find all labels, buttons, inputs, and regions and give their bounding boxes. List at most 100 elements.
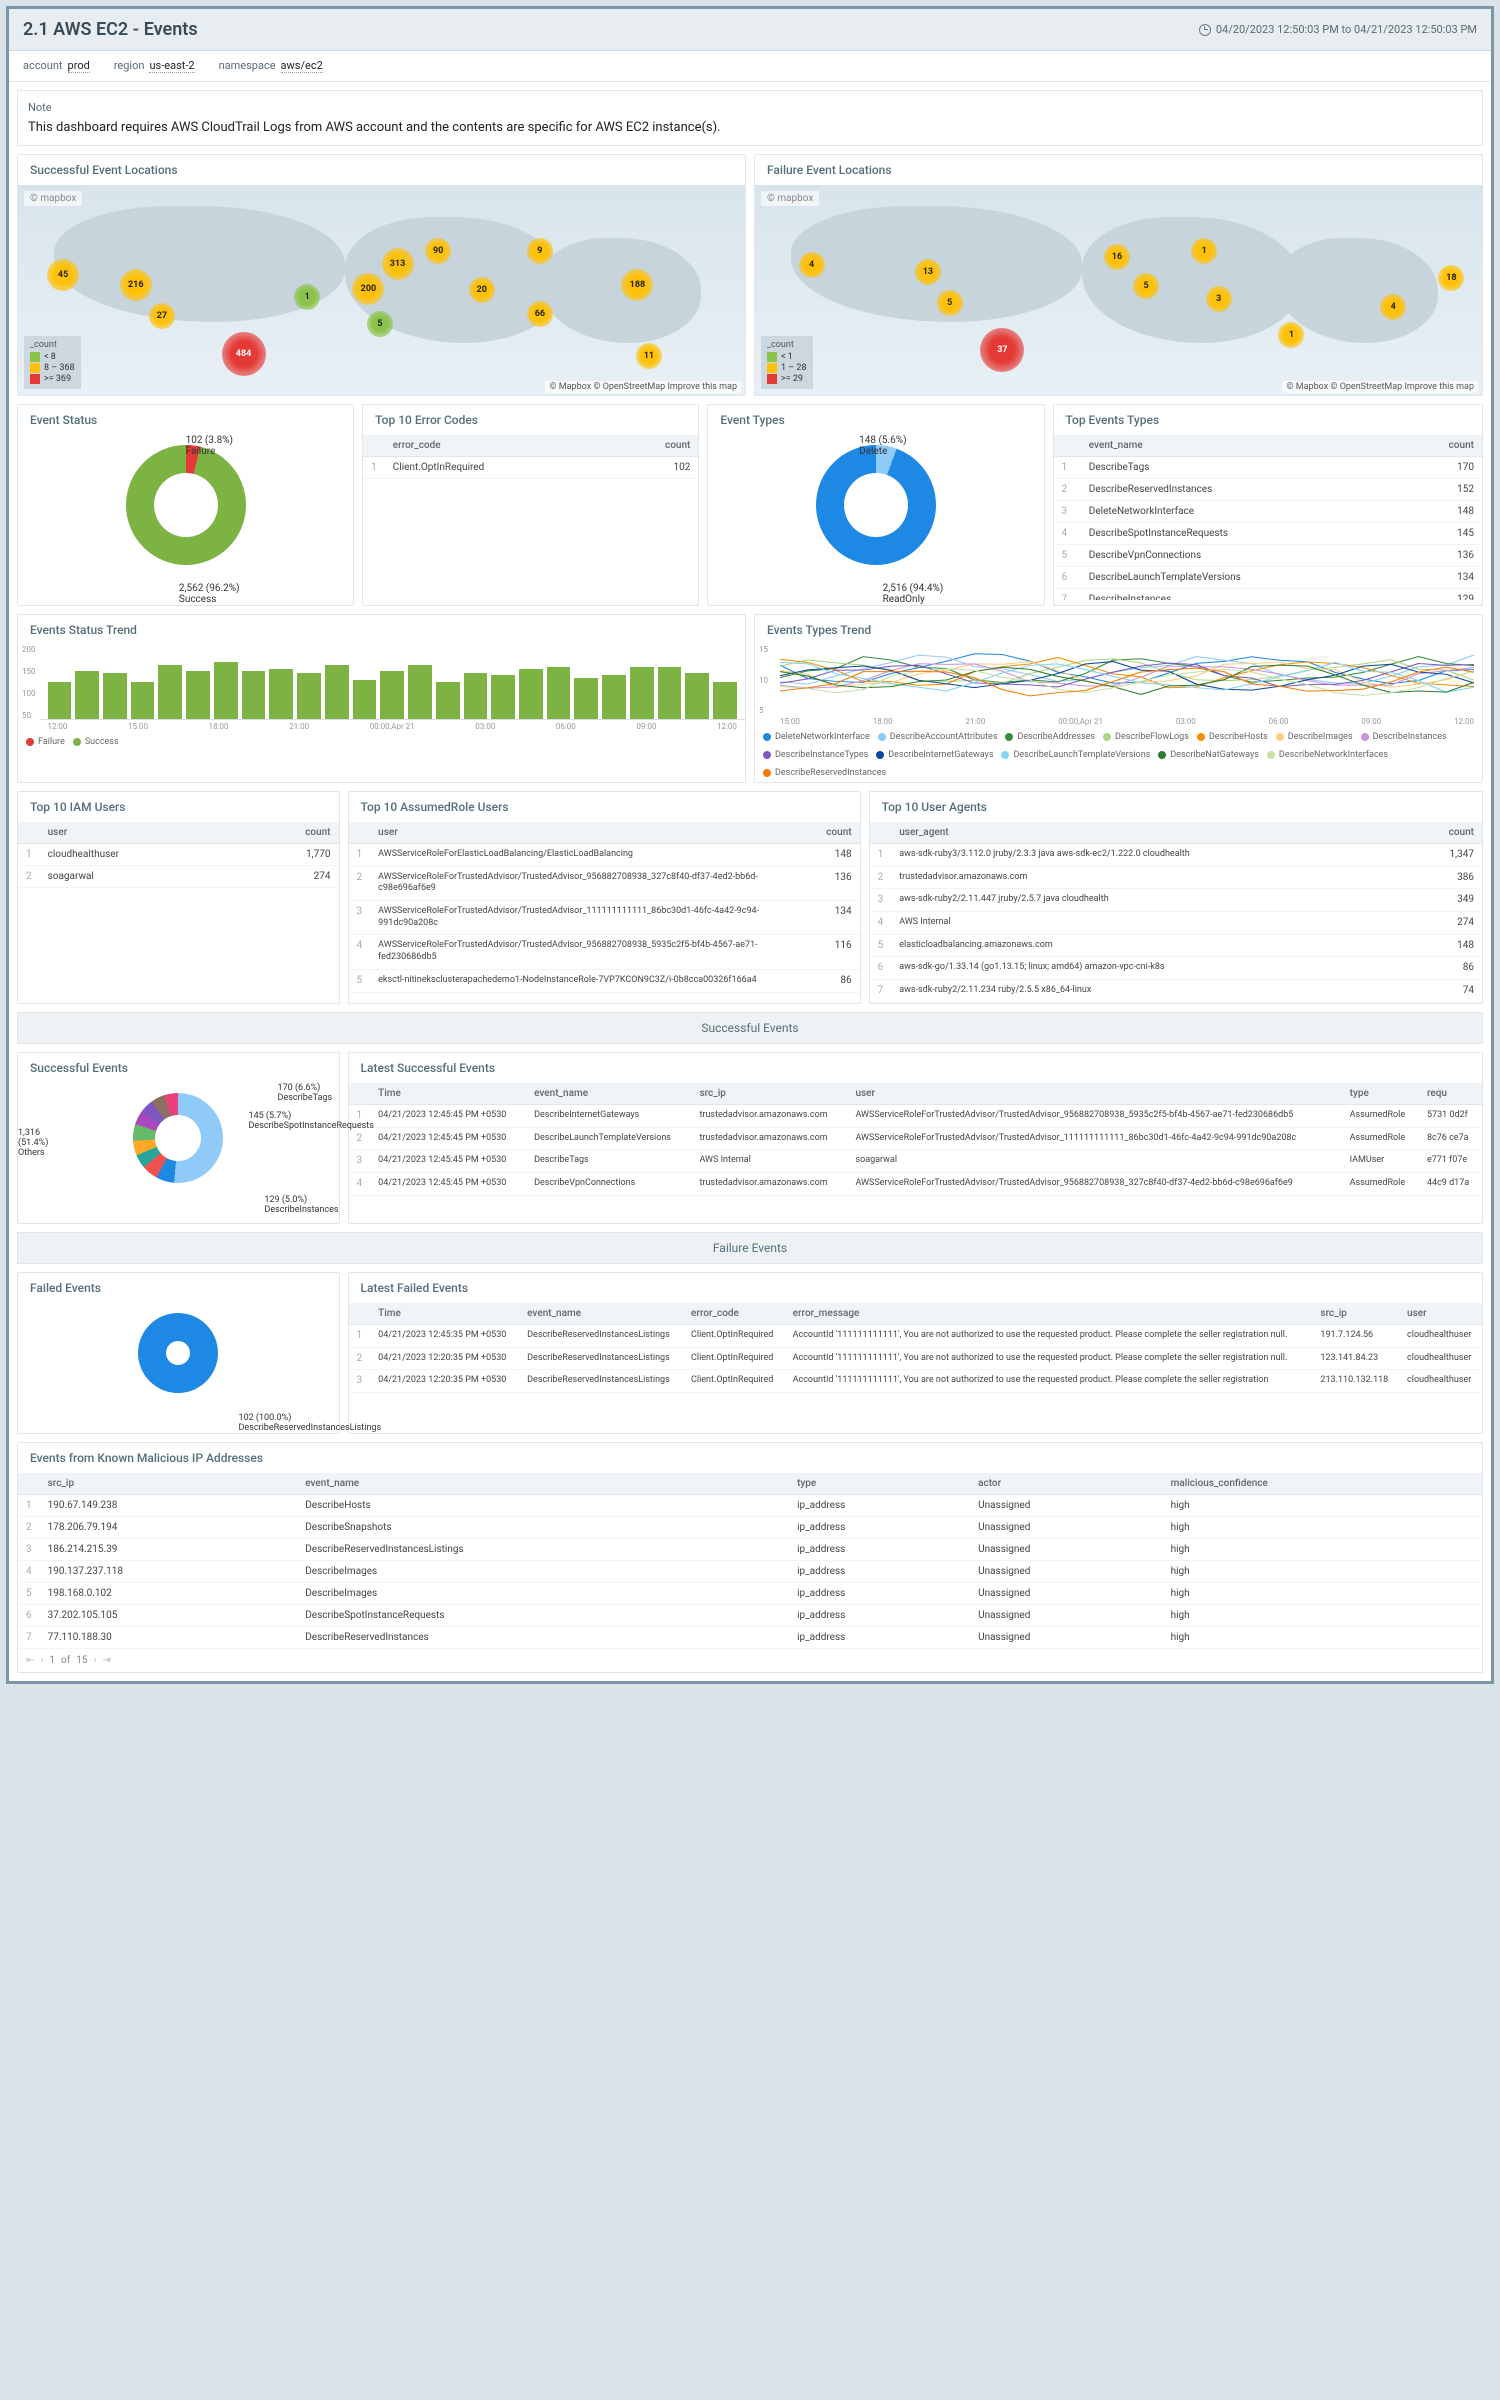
table-row[interactable]: 6aws-sdk-go/1.33.14 (go1.13.15; linux; a… <box>870 957 1482 980</box>
pager-first[interactable]: ⇤ <box>26 1655 34 1666</box>
table-row[interactable]: 2DescribeReservedInstances152 <box>1054 479 1482 501</box>
map-bubble[interactable]: 4 <box>799 252 825 278</box>
table-row[interactable]: 104/21/2023 12:45:35 PM +0530DescribeRes… <box>349 1324 1482 1347</box>
table-row[interactable]: 7aws-sdk-ruby2/2.11.234 ruby/2.5.5 x86_6… <box>870 980 1482 1003</box>
pager-last[interactable]: ⇥ <box>102 1655 110 1666</box>
bar[interactable] <box>408 665 432 719</box>
table-row[interactable]: 1Client.OptInRequired102 <box>363 457 698 479</box>
table-row[interactable]: 204/21/2023 12:20:35 PM +0530DescribeRes… <box>349 1347 1482 1370</box>
bar[interactable] <box>547 667 571 719</box>
map-bubble[interactable]: 90 <box>425 238 451 264</box>
bar[interactable] <box>658 667 682 719</box>
map-bubble[interactable]: 13 <box>915 259 941 285</box>
donut-success[interactable] <box>133 1093 223 1183</box>
map-bubble[interactable]: 11 <box>636 343 662 369</box>
table-row[interactable]: 404/21/2023 12:45:45 PM +0530DescribeVpn… <box>349 1172 1482 1195</box>
donut-event-types[interactable] <box>816 445 936 565</box>
bar[interactable] <box>186 671 210 719</box>
map-bubble[interactable]: 27 <box>149 303 175 329</box>
table-row[interactable]: 3DeleteNetworkInterface148 <box>1054 501 1482 523</box>
bar[interactable] <box>519 669 543 719</box>
bar[interactable] <box>464 673 488 719</box>
map-failure[interactable]: © mapbox _count < 1 1 – 28 >= 29 © Mapbo… <box>755 185 1482 395</box>
table-row[interactable]: 3186.214.215.39DescribeReservedInstances… <box>18 1538 1482 1560</box>
time-range[interactable]: 04/20/2023 12:50:03 PM to 04/21/2023 12:… <box>1199 23 1477 36</box>
table-row[interactable]: 4AWS Internal274 <box>870 912 1482 935</box>
table-row[interactable]: 104/21/2023 12:45:45 PM +0530DescribeInt… <box>349 1104 1482 1127</box>
bar[interactable] <box>713 682 737 719</box>
table-row[interactable]: 1cloudhealthuser1,770 <box>18 844 339 866</box>
table-row[interactable]: 304/21/2023 12:45:45 PM +0530DescribeTag… <box>349 1150 1482 1173</box>
bar[interactable] <box>574 678 598 719</box>
table-row[interactable]: 304/21/2023 12:20:35 PM +0530DescribeRes… <box>349 1370 1482 1393</box>
bar[interactable] <box>269 669 293 719</box>
barchart-status-trend[interactable] <box>40 645 746 720</box>
bar[interactable] <box>630 667 654 719</box>
map-bubble[interactable]: 313 <box>382 248 414 280</box>
bar[interactable] <box>158 665 182 719</box>
table-row[interactable]: 1DescribeTags170 <box>1054 457 1482 479</box>
table-row[interactable]: 637.202.105.105DescribeSpotInstanceReque… <box>18 1604 1482 1626</box>
bar[interactable] <box>380 671 404 719</box>
map-attribution[interactable]: © Mapbox © OpenStreetMap Improve this ma… <box>545 381 741 393</box>
table-row[interactable]: 2AWSServiceRoleForTrustedAdvisor/Trusted… <box>349 866 860 900</box>
table-row[interactable]: 204/21/2023 12:45:45 PM +0530DescribeLau… <box>349 1127 1482 1150</box>
table-row[interactable]: 5eksctl-nitineksclusterapachedemo1-NodeI… <box>349 969 860 992</box>
table-row[interactable]: 1aws-sdk-ruby3/3.112.0 jruby/2.3.3 java … <box>870 844 1482 867</box>
map-bubble[interactable]: 3 <box>1206 286 1232 312</box>
map-bubble[interactable]: 216 <box>120 269 152 301</box>
bar[interactable] <box>297 673 321 719</box>
map-bubble[interactable]: 5 <box>367 311 393 337</box>
map-bubble[interactable]: 484 <box>222 332 266 376</box>
map-bubble[interactable]: 1 <box>294 284 320 310</box>
linechart-types-trend[interactable] <box>780 645 1474 715</box>
bar[interactable] <box>685 673 709 719</box>
bar[interactable] <box>242 671 266 719</box>
bar[interactable] <box>103 673 127 719</box>
pager-prev[interactable]: ‹ <box>40 1655 43 1666</box>
table-row[interactable]: 3AWSServiceRoleForTrustedAdvisor/Trusted… <box>349 901 860 935</box>
table-row[interactable]: 4AWSServiceRoleForTrustedAdvisor/Trusted… <box>349 935 860 969</box>
table-row[interactable]: 1AWSServiceRoleForElasticLoadBalancing/E… <box>349 844 860 867</box>
table-row[interactable]: 2trustedadvisor.amazonaws.com386 <box>870 866 1482 889</box>
table-row[interactable]: 7DescribeInstances129 <box>1054 589 1482 601</box>
table-row[interactable]: 3aws-sdk-ruby2/2.11.447 jruby/2.5.7 java… <box>870 889 1482 912</box>
donut-failed[interactable] <box>138 1313 218 1393</box>
bar[interactable] <box>48 682 72 719</box>
map-bubble[interactable]: 66 <box>527 301 553 327</box>
pager-next[interactable]: › <box>93 1655 96 1666</box>
map-bubble[interactable]: 18 <box>1438 265 1464 291</box>
table-row[interactable]: 5198.168.0.102DescribeImagesip_addressUn… <box>18 1582 1482 1604</box>
table-row[interactable]: 777.110.188.30DescribeReservedInstancesi… <box>18 1626 1482 1648</box>
bar[interactable] <box>131 682 155 719</box>
map-bubble[interactable]: 16 <box>1104 244 1130 270</box>
map-bubble[interactable]: 37 <box>980 328 1024 372</box>
table-row[interactable]: 6DescribeLaunchTemplateVersions134 <box>1054 567 1482 589</box>
map-success[interactable]: © mapbox _count < 8 8 – 368 >= 369 © Map… <box>18 185 745 395</box>
map-bubble[interactable]: 1 <box>1278 322 1304 348</box>
table-row[interactable]: 5elasticloadbalancing.amazonaws.com148 <box>870 934 1482 957</box>
filter-account[interactable]: accountprod <box>23 59 90 73</box>
filter-region[interactable]: regionus-east-2 <box>114 59 195 73</box>
bar[interactable] <box>436 682 460 719</box>
bar[interactable] <box>214 662 238 719</box>
table-row[interactable]: 2soagarwal274 <box>18 866 339 888</box>
bar[interactable] <box>353 680 377 719</box>
filter-namespace[interactable]: namespaceaws/ec2 <box>219 59 323 73</box>
table-row[interactable]: 1190.67.149.238DescribeHostsip_addressUn… <box>18 1494 1482 1516</box>
map-bubble[interactable]: 1 <box>1191 238 1217 264</box>
table-row[interactable]: 5DescribeVpnConnections136 <box>1054 545 1482 567</box>
bar[interactable] <box>75 671 99 719</box>
map-bubble[interactable]: 5 <box>937 290 963 316</box>
bar[interactable] <box>602 675 626 719</box>
map-attribution[interactable]: © Mapbox © OpenStreetMap Improve this ma… <box>1282 381 1478 393</box>
table-row[interactable]: 4DescribeSpotInstanceRequests145 <box>1054 523 1482 545</box>
table-row[interactable]: 2178.206.79.194DescribeSnapshotsip_addre… <box>18 1516 1482 1538</box>
bar[interactable] <box>325 665 349 719</box>
map-bubble[interactable]: 45 <box>47 259 79 291</box>
map-bubble[interactable]: 9 <box>527 238 553 264</box>
map-bubble[interactable]: 20 <box>469 277 495 303</box>
table-row[interactable]: 4190.137.237.118DescribeImagesip_address… <box>18 1560 1482 1582</box>
donut-event-status[interactable] <box>126 445 246 565</box>
bar[interactable] <box>491 675 515 719</box>
